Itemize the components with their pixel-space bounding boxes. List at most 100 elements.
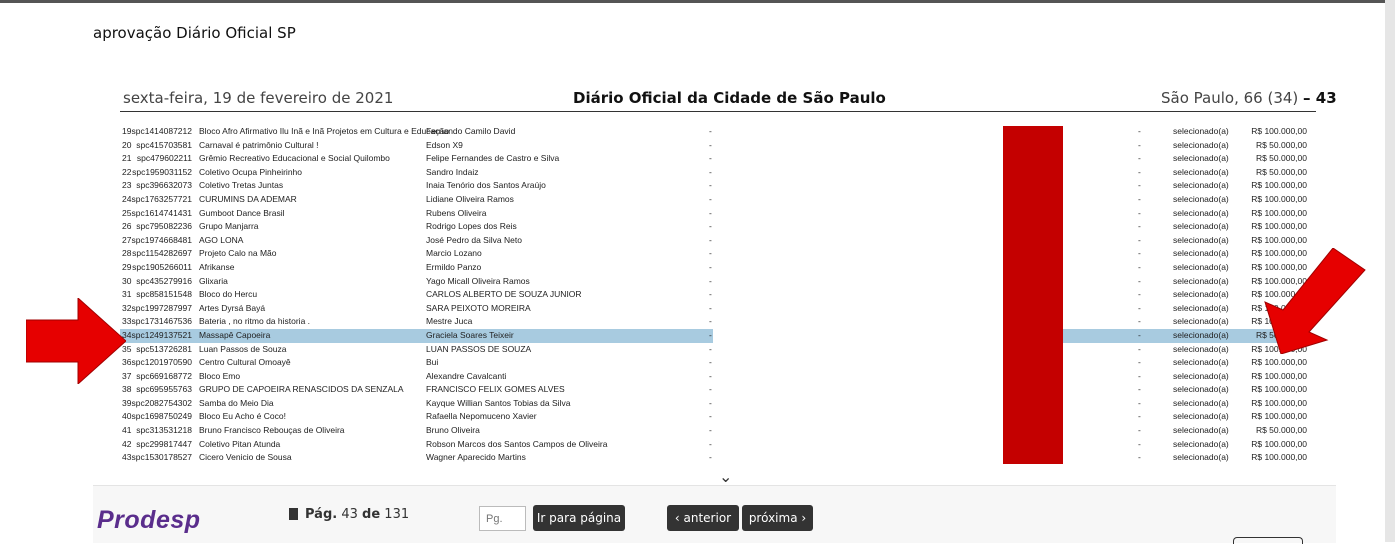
- row-dash: -: [709, 153, 712, 164]
- row-responsible: Bui: [426, 357, 439, 368]
- page-label: Pág.: [305, 507, 338, 522]
- row-responsible: Marcio Lozano: [426, 248, 482, 259]
- table-row: 22 spc1959031152 Coletivo Ocupa Pinheirinh…: [0, 166, 1395, 180]
- results-table: 19 spc1414087212 Bloco Afro Afirmativo Ilu…: [0, 125, 1395, 465]
- row-project-name: Grêmio Recreativo Educacional e Social Q…: [199, 153, 390, 164]
- page-number-input[interactable]: [479, 506, 526, 531]
- header-page-number: – 43: [1303, 89, 1337, 107]
- row-responsible: José Pedro da Silva Neto: [426, 234, 522, 245]
- row-status: selecionado(a): [1173, 221, 1229, 232]
- table-row: 29 spc1905266011 Afrikanse Ermildo Panzo - - s…: [0, 261, 1395, 275]
- row-dash: -: [709, 221, 712, 232]
- left-arrow-icon: [26, 298, 126, 384]
- page-of: de: [362, 507, 381, 522]
- row-dash: -: [1138, 289, 1141, 300]
- row-dash: -: [1138, 221, 1141, 232]
- table-row: 40 spc1698750249 Bloco Eu Acho é Coco! Rafa…: [0, 410, 1395, 424]
- row-project-name: Bruno Francisco Rebouças de Oliveira: [199, 425, 345, 436]
- row-value: R$ 100.000,00: [1251, 126, 1307, 136]
- row-responsible: Ermildo Panzo: [426, 261, 482, 272]
- table-row: 24 spc1763257721 CURUMINS DA ADEMAR Lidiane…: [0, 193, 1395, 207]
- row-dash: -: [1138, 302, 1141, 313]
- row-responsible: Kayque Willian Santos Tobias da Silva: [426, 397, 571, 408]
- row-dash: -: [1138, 207, 1141, 218]
- row-dash: -: [1138, 370, 1141, 381]
- row-status: selecionado(a): [1173, 193, 1229, 204]
- chevron-down-icon[interactable]: ⌄: [719, 467, 732, 486]
- row-value: R$ 100.000,00: [1251, 221, 1307, 232]
- row-dash: -: [1138, 180, 1141, 191]
- row-status: selecionado(a): [1173, 370, 1229, 381]
- row-dash: -: [1138, 357, 1141, 368]
- row-dash: -: [709, 411, 712, 422]
- corner-button[interactable]: [1233, 537, 1303, 544]
- row-code: spc513726281: [136, 343, 192, 354]
- row-project-name: Carnaval é patrimônio Cultural !: [199, 139, 319, 150]
- row-value: R$ 100.000,00: [1251, 411, 1307, 422]
- previous-page-button[interactable]: ‹ anterior: [667, 505, 739, 531]
- row-code: spc415703581: [136, 139, 192, 150]
- row-value: R$ 100.000,00: [1251, 397, 1307, 408]
- row-project-name: AGO LONA: [199, 234, 244, 245]
- prodesp-logo: Prodesp: [97, 506, 201, 534]
- row-status: selecionado(a): [1173, 357, 1229, 368]
- row-dash: -: [1138, 329, 1141, 340]
- right-arrow-icon: [1264, 248, 1366, 354]
- row-dash: -: [1138, 275, 1141, 286]
- table-row: 33 spc1731467536 Bateria , no ritmo da his…: [0, 315, 1395, 329]
- row-project-name: Gumboot Dance Brasil: [199, 207, 285, 218]
- row-dash: -: [1138, 438, 1141, 449]
- row-status: selecionado(a): [1173, 166, 1229, 177]
- row-dash: -: [1138, 234, 1141, 245]
- row-code: spc435279916: [136, 275, 192, 286]
- header-rule: [120, 111, 1316, 112]
- row-dash: -: [709, 302, 712, 313]
- row-responsible: Lidiane Oliveira Ramos: [426, 193, 514, 204]
- header-edition: São Paulo, 66 (34) – 43: [1161, 89, 1337, 107]
- table-row: 28 spc1154282697 Projeto Calo na Mão Marcio…: [0, 247, 1395, 261]
- row-project-name: Bloco Afro Afirmativo Ilu Inã e Inã Proj…: [199, 126, 449, 136]
- row-dash: -: [709, 329, 712, 340]
- row-code: spc1614741431: [131, 207, 192, 218]
- table-row: 30 spc435279916 Glixaria Yago Micall Olivei…: [0, 275, 1395, 289]
- row-value: R$ 100.000,00: [1251, 370, 1307, 381]
- row-code: spc1959031152: [132, 166, 192, 177]
- row-code: spc1905266011: [132, 261, 192, 272]
- row-code: spc1414087212: [131, 126, 192, 136]
- row-responsible: Yago Micall Oliveira Ramos: [426, 275, 530, 286]
- row-value: R$ 100.000,00: [1251, 438, 1307, 449]
- row-code: spc2082754302: [131, 397, 192, 408]
- row-status: selecionado(a): [1173, 302, 1229, 313]
- row-value: R$ 50.000,00: [1255, 425, 1307, 436]
- redaction-block: [1003, 126, 1063, 464]
- row-code: spc1201970590: [131, 357, 192, 368]
- table-row: 26 spc795082236 Grupo Manjarra Rodrigo Lope…: [0, 220, 1395, 234]
- row-dash: -: [1138, 343, 1141, 354]
- row-status: selecionado(a): [1173, 275, 1229, 286]
- row-status: selecionado(a): [1173, 438, 1229, 449]
- row-project-name: Coletivo Pitan Atunda: [199, 438, 281, 449]
- row-dash: -: [709, 275, 712, 286]
- row-dash: -: [709, 126, 712, 136]
- row-responsible: Fernando Camilo David: [426, 126, 516, 136]
- window-top-border: [0, 0, 1395, 3]
- row-dash: -: [709, 207, 712, 218]
- next-page-button[interactable]: próxima ›: [742, 505, 813, 531]
- row-dash: -: [709, 370, 712, 381]
- row-dash: -: [709, 343, 712, 354]
- row-dash: -: [709, 193, 712, 204]
- row-responsible: Felipe Fernandes de Castro e Silva: [426, 153, 560, 164]
- table-row: 31 spc858151548 Bloco do Hercu CARLOS ALBER…: [0, 288, 1395, 302]
- row-dash: -: [1138, 452, 1141, 463]
- row-code: spc313531218: [136, 425, 192, 436]
- row-responsible: Mestre Juca: [426, 316, 473, 327]
- row-responsible: FRANCISCO FELIX GOMES ALVES: [426, 384, 565, 395]
- page-current: 43: [341, 507, 358, 522]
- go-to-page-button[interactable]: Ir para página: [533, 505, 625, 531]
- row-code: spc695955763: [136, 384, 192, 395]
- row-responsible: Wagner Aparecido Martins: [426, 452, 526, 463]
- row-dash: -: [709, 438, 712, 449]
- table-row: 19 spc1414087212 Bloco Afro Afirmativo Ilu…: [0, 125, 1395, 139]
- row-dash: -: [709, 357, 712, 368]
- row-status: selecionado(a): [1173, 207, 1229, 218]
